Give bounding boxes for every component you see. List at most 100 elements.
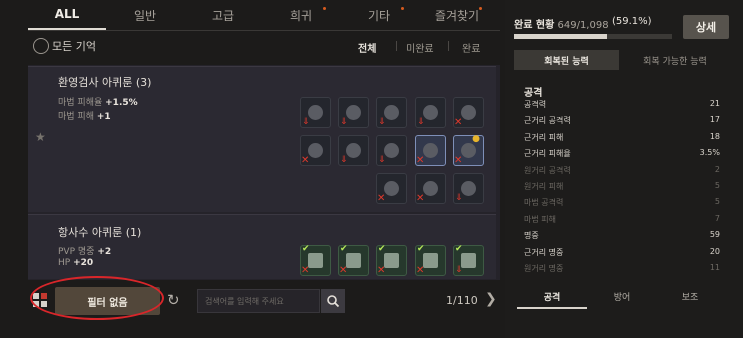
tab-label: ALL: [54, 7, 80, 21]
tab-all[interactable]: ALL: [28, 0, 106, 30]
tab-support[interactable]: 보조: [655, 285, 725, 307]
check-icon: ✔: [455, 244, 463, 254]
page-indicator: 1/110: [446, 294, 478, 307]
lock-icon: ●: [472, 134, 480, 144]
incomplete-icon: ⇓: [302, 117, 310, 127]
ability-value: 21: [709, 99, 720, 108]
rune-icon: [461, 253, 476, 268]
rune-slot[interactable]: ✕: [300, 135, 331, 166]
ability-row: 마법 공격력 5: [524, 197, 720, 213]
card-stat: HP +20: [58, 258, 94, 268]
rune-slot[interactable]: ✔ ✕: [376, 244, 407, 276]
rune-icon: [308, 143, 323, 158]
rune-slot[interactable]: ✕: [376, 173, 407, 204]
missing-icon: ✕: [301, 155, 310, 166]
tab-etc[interactable]: 기타: [340, 0, 418, 30]
rune-slot[interactable]: ✕: [415, 173, 446, 204]
rune-slot[interactable]: ⇓: [376, 135, 407, 166]
filter-all[interactable]: 전체: [358, 40, 376, 55]
missing-icon: ✕: [416, 193, 425, 204]
divider: [396, 41, 397, 51]
rune-slot[interactable]: ✕: [415, 135, 446, 166]
tab-recovered-abilities[interactable]: 회복된 능력: [514, 50, 619, 70]
ability-category: 공격: [524, 88, 543, 99]
rune-icon: [423, 181, 438, 196]
check-icon: ✔: [340, 244, 348, 254]
missing-icon: ✕: [339, 265, 348, 276]
new-dot: [323, 7, 326, 10]
rune-slot[interactable]: ✔ ⇓: [453, 244, 484, 276]
rune-slot[interactable]: ✔ ✕: [338, 244, 369, 276]
card-title: 환영검사 아퀴룬 (3): [58, 76, 152, 89]
new-dot: [479, 7, 482, 10]
memory-icon: [33, 38, 49, 54]
tab-rare[interactable]: 희귀: [262, 0, 340, 30]
memory-card[interactable]: 항사수 아퀴룬 (1) PVP 명중 +2 HP +20 ✔ ✕ ✔ ✕ ✔ ✕ ✔ ✕…: [28, 214, 496, 279]
refresh-icon[interactable]: ↻: [167, 291, 180, 309]
search-input[interactable]: 검색어를 입력해 주세요: [197, 289, 320, 313]
tab-advanced[interactable]: 고급: [184, 0, 262, 30]
rune-icon: [384, 105, 399, 120]
rune-icon: [461, 181, 476, 196]
rune-slot[interactable]: ● ✕: [453, 134, 484, 166]
favorite-star-icon[interactable]: ★: [35, 130, 46, 144]
rune-icon: [346, 105, 361, 120]
detail-button[interactable]: 상세: [683, 15, 729, 39]
ability-name: 마법 피해: [524, 214, 556, 224]
search-button[interactable]: [321, 289, 345, 313]
rune-icon: [384, 181, 399, 196]
rune-icon: [461, 105, 476, 120]
ability-value: 2: [714, 164, 720, 174]
rune-slot[interactable]: ⇓: [300, 97, 331, 128]
ability-row: 근거리 명중 20: [524, 247, 720, 263]
rune-icon: [423, 253, 438, 268]
card-stat: 마법 피해율 +1.5%: [58, 98, 138, 108]
incomplete-icon: ⇓: [378, 155, 386, 165]
memory-card[interactable]: 환영검사 아퀴룬 (3) 마법 피해율 +1.5% 마법 피해 +1 ⇓ ⇓ ⇓…: [28, 66, 496, 212]
tab-label: 희귀: [289, 8, 313, 23]
ability-name: 마법 공격력: [524, 198, 564, 208]
ability-value: 18: [709, 131, 720, 141]
missing-icon: ✕: [377, 265, 386, 276]
rune-icon: [308, 253, 323, 268]
rune-slot[interactable]: ⇓: [338, 135, 369, 166]
ability-name: 근거리 피해율: [524, 149, 571, 159]
tab-favorites[interactable]: 즐겨찾기: [418, 0, 496, 30]
filter-incomplete[interactable]: 미완료: [406, 40, 434, 55]
ability-row: 근거리 피해율 3.5%: [524, 148, 720, 164]
card-title: 항사수 아퀴룬 (1): [58, 226, 142, 239]
check-icon: ✔: [378, 244, 386, 254]
chevron-right-icon[interactable]: ❯: [485, 291, 497, 307]
active-tab-indicator: [517, 307, 587, 309]
missing-icon: ✕: [301, 265, 310, 276]
rune-slot[interactable]: ⇓: [415, 97, 446, 128]
rune-slot[interactable]: ✕: [453, 97, 484, 128]
progress-label: 완료 현황 649/1,098: [514, 20, 609, 31]
ability-row: 원거리 명중 11: [524, 263, 720, 279]
rune-slot[interactable]: ⇓: [376, 97, 407, 128]
ability-row: 마법 피해 7: [524, 214, 720, 230]
tab-normal[interactable]: 일반: [106, 0, 184, 30]
missing-icon: ✕: [454, 117, 463, 128]
rune-slot[interactable]: ⇓: [453, 173, 484, 204]
rune-slot[interactable]: ✔ ✕: [300, 244, 331, 276]
rune-icon: [346, 253, 361, 268]
rune-slot[interactable]: ⇓: [338, 97, 369, 128]
ability-value: 3.5%: [699, 148, 720, 158]
ability-name: 근거리 명중: [524, 247, 564, 257]
rune-slot[interactable]: ✔ ✕: [415, 244, 446, 276]
memory-title: 모든 기억: [52, 40, 96, 53]
tab-attack[interactable]: 공격: [517, 285, 587, 307]
ability-value: 5: [714, 197, 720, 207]
tab-label: 일반: [133, 8, 157, 23]
ability-value: 11: [709, 263, 720, 272]
incomplete-icon: ⇓: [340, 155, 348, 165]
rune-icon: [346, 143, 361, 158]
ability-row: 공격력 21: [524, 99, 720, 115]
filter-complete[interactable]: 완료: [462, 40, 480, 55]
ability-value: 17: [709, 115, 720, 125]
incomplete-icon: ⇓: [455, 265, 463, 275]
tab-defense[interactable]: 방어: [587, 285, 657, 307]
tab-recoverable-abilities[interactable]: 회복 가능한 능력: [621, 50, 729, 70]
ability-row: 명중 59: [524, 230, 720, 246]
